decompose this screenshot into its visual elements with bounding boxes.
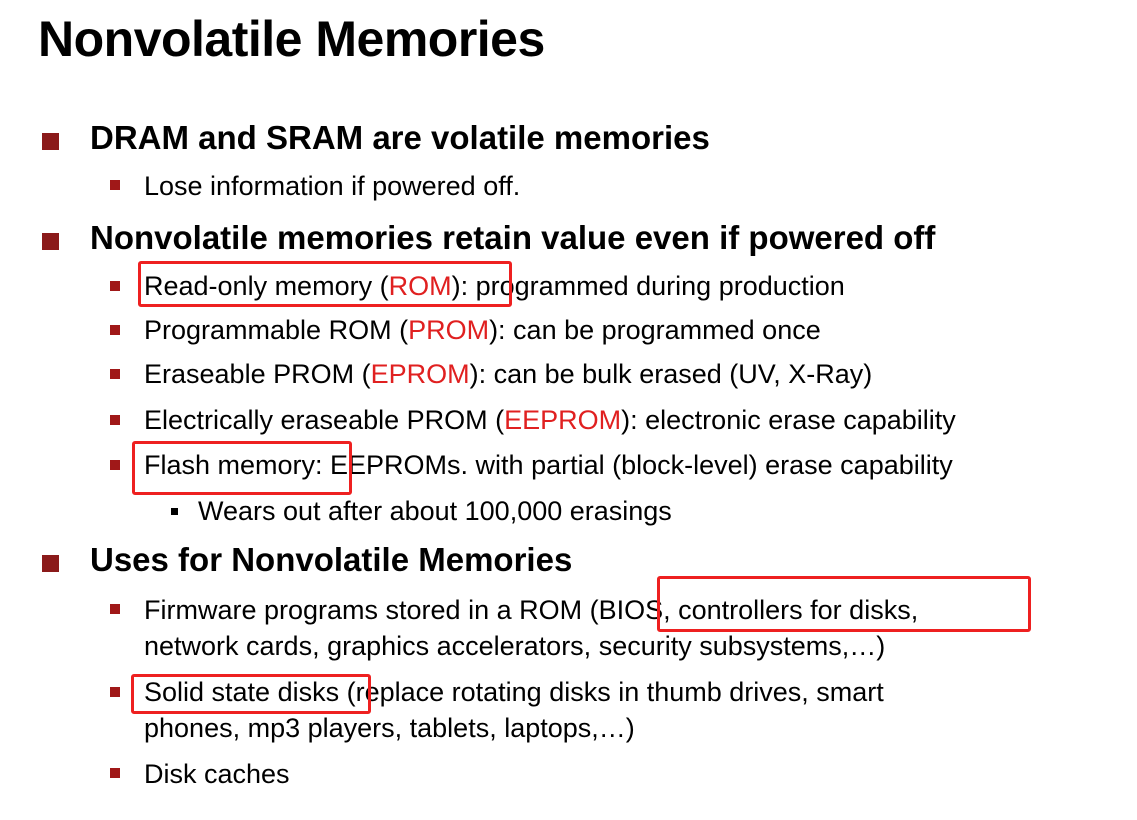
highlight-box-rom — [138, 261, 512, 307]
slide-title: Nonvolatile Memories — [38, 11, 545, 67]
list-item-disk-caches: Disk caches — [144, 759, 290, 789]
level1-bullet — [42, 133, 59, 150]
section-heading-volatile: DRAM and SRAM are volatile memories — [90, 119, 710, 156]
section-heading-nonvolatile: Nonvolatile memories retain value even i… — [90, 219, 936, 256]
acronym-eeprom: EEPROM — [504, 405, 622, 435]
level2-bullet — [110, 369, 120, 379]
level2-bullet — [110, 460, 120, 470]
list-item-eprom: Eraseable PROM (EPROM): can be bulk eras… — [144, 357, 872, 391]
item-text: ): can be programmed once — [489, 315, 821, 345]
level2-bullet — [110, 415, 120, 425]
item-text: ): electronic erase capability — [621, 405, 956, 435]
level3-bullet — [171, 508, 178, 515]
item-text: ): can be bulk erased (UV, X-Ray) — [469, 359, 873, 389]
level2-bullet — [110, 687, 120, 697]
list-item-ssd-cont: phones, mp3 players, tablets, laptops,…) — [144, 713, 635, 743]
level2-bullet — [110, 325, 120, 335]
list-item: Lose information if powered off. — [144, 171, 521, 201]
level1-bullet — [42, 233, 59, 250]
list-item-firmware-cont: network cards, graphics accelerators, se… — [144, 631, 886, 661]
highlight-box-bios — [657, 576, 1031, 632]
highlight-box-flash — [132, 441, 352, 495]
section-heading-uses: Uses for Nonvolatile Memories — [90, 541, 573, 578]
item-text: Electrically eraseable PROM ( — [144, 405, 505, 435]
level1-bullet — [42, 555, 59, 572]
highlight-box-ssd — [131, 674, 371, 714]
level2-bullet — [110, 768, 120, 778]
level2-bullet — [110, 604, 120, 614]
item-text: Eraseable PROM ( — [144, 359, 371, 389]
list-item-eeprom: Electrically eraseable PROM (EEPROM): el… — [144, 403, 956, 437]
acronym-prom: PROM — [408, 315, 490, 345]
list-item-prom: Programmable ROM (PROM): can be programm… — [144, 313, 821, 347]
item-text: Programmable ROM ( — [144, 315, 409, 345]
level2-bullet — [110, 281, 120, 291]
sub-list-item: Wears out after about 100,000 erasings — [198, 496, 672, 526]
level2-bullet — [110, 180, 120, 190]
acronym-eprom: EPROM — [370, 359, 470, 389]
